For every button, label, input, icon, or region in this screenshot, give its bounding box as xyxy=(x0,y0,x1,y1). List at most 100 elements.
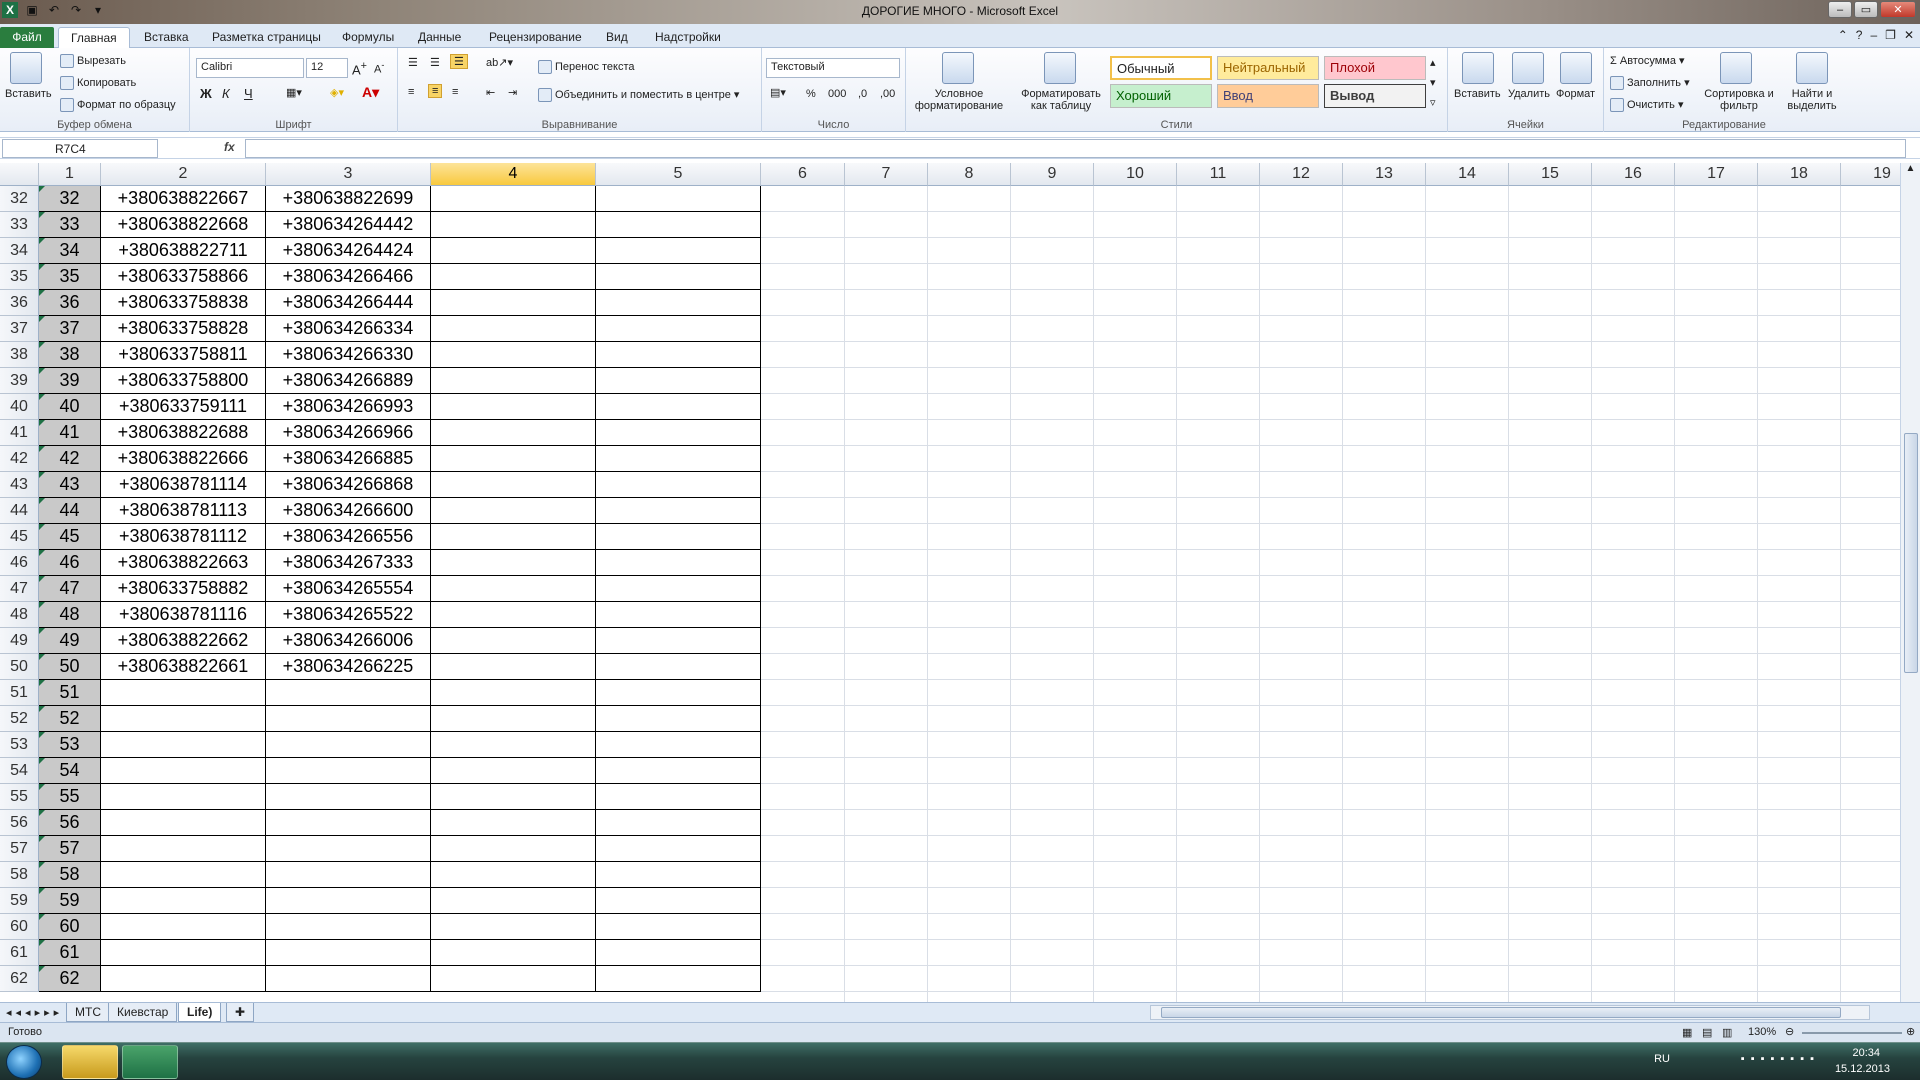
phone-cell-col3[interactable]: +380634267333 xyxy=(266,550,431,576)
empty-cell-col4[interactable] xyxy=(431,862,596,888)
format-painter-button[interactable]: Формат по образцу xyxy=(60,98,176,112)
sheet-nav-icon[interactable]: ◂◂◂▸▸▸ xyxy=(6,1006,63,1019)
index-cell[interactable]: 47 xyxy=(39,576,101,602)
empty-cell-col5[interactable] xyxy=(596,862,761,888)
phone-cell-col2[interactable] xyxy=(101,706,266,732)
align-top-icon[interactable]: ☰ xyxy=(408,56,418,69)
empty-cell-col4[interactable] xyxy=(431,446,596,472)
shrink-font-icon[interactable]: A- xyxy=(374,60,384,76)
index-cell[interactable]: 33 xyxy=(39,212,101,238)
increase-decimal-icon[interactable]: ,0 xyxy=(858,88,867,100)
excel-taskbar-icon[interactable] xyxy=(122,1045,178,1079)
styles-more-icon[interactable]: ▿ xyxy=(1430,96,1436,109)
decrease-indent-icon[interactable]: ⇤ xyxy=(486,86,495,99)
empty-cell-col5[interactable] xyxy=(596,446,761,472)
empty-cell-col4[interactable] xyxy=(431,238,596,264)
find-binoculars-icon[interactable] xyxy=(1796,52,1828,84)
column-header[interactable]: 5 xyxy=(596,163,761,186)
row-header[interactable]: 32 xyxy=(0,186,39,212)
column-header[interactable]: 18 xyxy=(1758,163,1841,186)
phone-cell-col2[interactable] xyxy=(101,732,266,758)
empty-cell-col4[interactable] xyxy=(431,342,596,368)
phone-cell-col2[interactable]: +380633758811 xyxy=(101,342,266,368)
clock-date[interactable]: 15.12.2013 xyxy=(1835,1063,1890,1075)
index-cell[interactable]: 45 xyxy=(39,524,101,550)
index-cell[interactable]: 35 xyxy=(39,264,101,290)
phone-cell-col2[interactable]: +380638822711 xyxy=(101,238,266,264)
phone-cell-col3[interactable]: +380634266444 xyxy=(266,290,431,316)
orientation-icon[interactable]: ab↗▾ xyxy=(486,56,513,69)
row-header[interactable]: 47 xyxy=(0,576,39,602)
empty-cell-col4[interactable] xyxy=(431,290,596,316)
index-cell[interactable]: 40 xyxy=(39,394,101,420)
phone-cell-col2[interactable] xyxy=(101,862,266,888)
empty-cell-col5[interactable] xyxy=(596,472,761,498)
phone-cell-col3[interactable]: +380638822699 xyxy=(266,186,431,212)
formula-input[interactable] xyxy=(245,139,1906,158)
decrease-decimal-icon[interactable]: ,00 xyxy=(880,88,895,100)
index-cell[interactable]: 59 xyxy=(39,888,101,914)
empty-cell-col5[interactable] xyxy=(596,810,761,836)
empty-cell-col4[interactable] xyxy=(431,394,596,420)
phone-cell-col3[interactable]: +380634266225 xyxy=(266,654,431,680)
increase-indent-icon[interactable]: ⇥ xyxy=(508,86,517,99)
index-cell[interactable]: 44 xyxy=(39,498,101,524)
empty-cell-col4[interactable] xyxy=(431,706,596,732)
column-header[interactable]: 11 xyxy=(1177,163,1260,186)
currency-icon[interactable]: ▤▾ xyxy=(770,86,786,99)
view-page-break-icon[interactable]: ▥ xyxy=(1722,1026,1732,1039)
phone-cell-col3[interactable]: +380634265554 xyxy=(266,576,431,602)
style-input[interactable]: Ввод xyxy=(1217,84,1319,108)
phone-cell-col2[interactable] xyxy=(101,680,266,706)
number-format-select[interactable]: Текстовый xyxy=(766,58,900,78)
insert-cells-button[interactable]: Вставить xyxy=(1454,88,1501,100)
column-header[interactable]: 7 xyxy=(845,163,928,186)
row-header[interactable]: 40 xyxy=(0,394,39,420)
fill-color-icon[interactable]: ◈▾ xyxy=(330,86,344,99)
empty-cell-col5[interactable] xyxy=(596,238,761,264)
empty-cell-col4[interactable] xyxy=(431,498,596,524)
maximize-icon[interactable]: ▭ xyxy=(1854,1,1878,18)
index-cell[interactable]: 38 xyxy=(39,342,101,368)
phone-cell-col3[interactable]: +380634265522 xyxy=(266,602,431,628)
view-page-layout-icon[interactable]: ▤ xyxy=(1702,1026,1712,1039)
row-header[interactable]: 38 xyxy=(0,342,39,368)
column-header[interactable]: 19 xyxy=(1841,163,1900,186)
cut-button[interactable]: Вырезать xyxy=(60,54,126,68)
phone-cell-col2[interactable] xyxy=(101,784,266,810)
align-right-icon[interactable]: ≡ xyxy=(452,86,458,98)
zoom-in-icon[interactable]: ⊕ xyxy=(1906,1025,1915,1038)
index-cell[interactable]: 49 xyxy=(39,628,101,654)
style-good[interactable]: Хороший xyxy=(1110,84,1212,108)
grow-font-icon[interactable]: A+ xyxy=(352,60,367,77)
empty-cell-col5[interactable] xyxy=(596,706,761,732)
sort-filter-button[interactable]: Сортировка и фильтр xyxy=(1704,88,1774,112)
align-bottom-icon[interactable]: ☰ xyxy=(450,54,468,69)
underline-button[interactable]: Ч xyxy=(244,86,253,101)
autosum-button[interactable]: Σ Автосумма ▾ xyxy=(1610,54,1685,67)
row-header[interactable]: 56 xyxy=(0,810,39,836)
styles-scroll-up-icon[interactable]: ▴ xyxy=(1430,56,1436,69)
vertical-scrollbar[interactable]: ▲ xyxy=(1900,163,1920,1002)
row-header[interactable]: 45 xyxy=(0,524,39,550)
row-header[interactable]: 61 xyxy=(0,940,39,966)
phone-cell-col3[interactable] xyxy=(266,810,431,836)
phone-cell-col2[interactable] xyxy=(101,758,266,784)
doc-close-icon[interactable]: ✕ xyxy=(1904,28,1914,42)
row-header[interactable]: 48 xyxy=(0,602,39,628)
column-header[interactable]: 4 xyxy=(431,163,596,186)
align-middle-icon[interactable]: ☰ xyxy=(430,56,440,69)
phone-cell-col2[interactable]: +380638822662 xyxy=(101,628,266,654)
row-header[interactable]: 57 xyxy=(0,836,39,862)
empty-cell-col5[interactable] xyxy=(596,940,761,966)
row-header[interactable]: 60 xyxy=(0,914,39,940)
row-header[interactable]: 62 xyxy=(0,966,39,992)
row-header[interactable]: 50 xyxy=(0,654,39,680)
empty-cell-col5[interactable] xyxy=(596,966,761,992)
align-left-icon[interactable]: ≡ xyxy=(408,86,414,98)
font-color-icon[interactable]: A▾ xyxy=(362,84,379,101)
thousands-button[interactable]: 000 xyxy=(828,88,846,100)
index-cell[interactable]: 46 xyxy=(39,550,101,576)
language-indicator[interactable]: RU xyxy=(1654,1053,1670,1065)
row-header[interactable]: 37 xyxy=(0,316,39,342)
